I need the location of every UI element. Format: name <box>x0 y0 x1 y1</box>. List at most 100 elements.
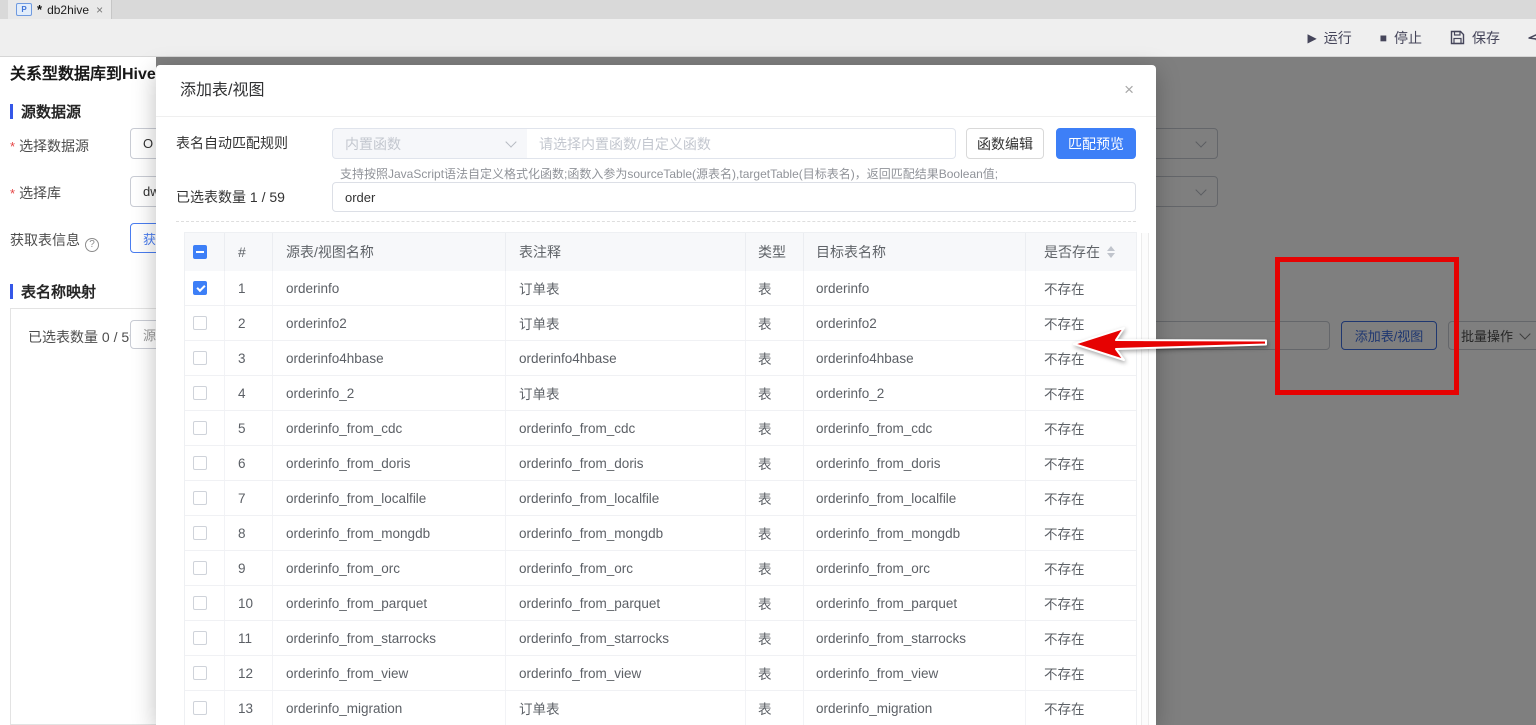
stop-icon: ■ <box>1380 31 1387 45</box>
table-cell: 8 <box>225 516 273 550</box>
publish-button[interactable] <box>1528 30 1536 46</box>
match-preview-button[interactable]: 匹配预览 <box>1056 128 1136 159</box>
annotation-rectangle <box>1275 257 1459 395</box>
table-row[interactable]: 11orderinfo_from_starrocksorderinfo_from… <box>185 621 1136 656</box>
tab-title: db2hive <box>47 3 89 17</box>
sort-icon[interactable] <box>1107 246 1115 258</box>
table-cell: orderinfo_from_parquet <box>506 586 746 620</box>
table-cell: 表 <box>746 516 804 550</box>
column-header-exists[interactable]: 是否存在 <box>1026 233 1136 271</box>
table-row[interactable]: 13orderinfo_migration订单表表orderinfo_migra… <box>185 691 1136 725</box>
floppy-icon <box>1450 30 1465 45</box>
table-cell: orderinfo_from_view <box>506 656 746 690</box>
row-checkbox[interactable] <box>193 596 207 610</box>
sort-descending-icon <box>1107 253 1115 258</box>
row-checkbox[interactable] <box>193 666 207 680</box>
table-row[interactable]: 3orderinfo4hbaseorderinfo4hbase表orderinf… <box>185 341 1136 376</box>
row-checkbox[interactable] <box>193 561 207 575</box>
row-checkbox[interactable] <box>193 386 207 400</box>
table-row[interactable]: 2orderinfo2订单表表orderinfo2不存在 <box>185 306 1136 341</box>
editor-tab-db2hive[interactable]: P * db2hive × <box>8 0 112 19</box>
table-cell: 表 <box>746 621 804 655</box>
table-cell: orderinfo_migration <box>273 691 506 725</box>
help-circle-icon[interactable]: ? <box>85 238 99 252</box>
function-edit-button[interactable]: 函数编辑 <box>966 128 1044 159</box>
table-row[interactable]: 1orderinfo订单表表orderinfo不存在 <box>185 271 1136 306</box>
table-cell: 13 <box>225 691 273 725</box>
table-cell: orderinfo_from_localfile <box>804 481 1026 515</box>
row-checkbox[interactable] <box>193 281 207 295</box>
table-row[interactable]: 8orderinfo_from_mongdborderinfo_from_mon… <box>185 516 1136 551</box>
table-search-input[interactable] <box>332 182 1136 212</box>
table-cell: orderinfo2 <box>273 306 506 340</box>
table-cell: orderinfo_migration <box>804 691 1026 725</box>
table-scrollbar[interactable] <box>1141 233 1149 725</box>
tables-list: # 源表/视图名称 表注释 类型 目标表名称 是否存在 1orderinfo订单… <box>184 232 1137 725</box>
stop-button[interactable]: ■ 停止 <box>1380 28 1422 48</box>
column-header-type: 类型 <box>746 233 804 271</box>
function-input[interactable] <box>527 128 956 159</box>
table-cell: orderinfo_from_orc <box>506 551 746 585</box>
annotation-arrow <box>1066 324 1272 364</box>
row-checkbox[interactable] <box>193 456 207 470</box>
datasource-label: *选择数据源 <box>10 136 89 156</box>
table-row[interactable]: 4orderinfo_2订单表表orderinfo_2不存在 <box>185 376 1136 411</box>
table-cell: orderinfo_from_localfile <box>273 481 506 515</box>
table-cell: 订单表 <box>506 306 746 340</box>
row-checkbox[interactable] <box>193 491 207 505</box>
table-cell: 表 <box>746 341 804 375</box>
table-cell: orderinfo_from_mongdb <box>804 516 1026 550</box>
table-cell: orderinfo_from_doris <box>273 446 506 480</box>
section-bar <box>10 104 13 119</box>
table-row[interactable]: 12orderinfo_from_vieworderinfo_from_view… <box>185 656 1136 691</box>
table-cell: orderinfo_from_orc <box>273 551 506 585</box>
job-file-icon: P <box>16 3 32 16</box>
table-cell: 不存在 <box>1026 376 1136 410</box>
builtin-function-select[interactable]: 内置函数 <box>332 128 528 159</box>
table-row[interactable]: 7orderinfo_from_localfileorderinfo_from_… <box>185 481 1136 516</box>
table-cell: orderinfo2 <box>804 306 1026 340</box>
row-checkbox[interactable] <box>193 421 207 435</box>
column-header-source-name: 源表/视图名称 <box>273 233 506 271</box>
column-header-index: # <box>225 233 273 271</box>
run-button[interactable]: ▶ 运行 <box>1308 28 1352 48</box>
table-cell: orderinfo_from_doris <box>804 446 1026 480</box>
row-checkbox[interactable] <box>193 526 207 540</box>
table-cell: 不存在 <box>1026 411 1136 445</box>
table-row[interactable]: 10orderinfo_from_parquetorderinfo_from_p… <box>185 586 1136 621</box>
send-icon <box>1528 30 1536 46</box>
table-cell: orderinfo_2 <box>804 376 1026 410</box>
required-asterisk: * <box>10 139 15 154</box>
add-table-view-modal: 添加表/视图 × 表名自动匹配规则 内置函数 函数编辑 匹配预览 支持按照Jav… <box>156 65 1156 725</box>
modal-header: 添加表/视图 × <box>156 65 1156 117</box>
row-checkbox[interactable] <box>193 316 207 330</box>
row-checkbox[interactable] <box>193 631 207 645</box>
row-checkbox[interactable] <box>193 701 207 715</box>
table-cell: 5 <box>225 411 273 445</box>
table-cell: 11 <box>225 621 273 655</box>
table-cell: 7 <box>225 481 273 515</box>
table-cell: 不存在 <box>1026 481 1136 515</box>
table-cell: orderinfo_from_orc <box>804 551 1026 585</box>
table-row[interactable]: 6orderinfo_from_dorisorderinfo_from_dori… <box>185 446 1136 481</box>
table-cell: 不存在 <box>1026 446 1136 480</box>
select-all-checkbox[interactable] <box>193 245 207 259</box>
table-cell: 9 <box>225 551 273 585</box>
save-button[interactable]: 保存 <box>1450 28 1500 48</box>
section-bar <box>10 284 13 299</box>
modal-close-icon[interactable]: × <box>1124 81 1134 98</box>
table-cell: 不存在 <box>1026 586 1136 620</box>
required-asterisk: * <box>10 186 15 201</box>
table-row[interactable]: 9orderinfo_from_orcorderinfo_from_orc表or… <box>185 551 1136 586</box>
table-cell: 表 <box>746 481 804 515</box>
table-cell: 不存在 <box>1026 656 1136 690</box>
selected-tables-label: 已选表数量 1 / 59 <box>176 182 285 213</box>
table-cell: 表 <box>746 656 804 690</box>
tab-close-icon[interactable]: × <box>96 3 103 17</box>
row-checkbox[interactable] <box>193 351 207 365</box>
table-cell: orderinfo_from_view <box>804 656 1026 690</box>
table-row[interactable]: 5orderinfo_from_cdcorderinfo_from_cdc表or… <box>185 411 1136 446</box>
table-cell: 10 <box>225 586 273 620</box>
table-cell: orderinfo4hbase <box>273 341 506 375</box>
selected-count-label: 已选表数量 0 / 59 <box>28 327 137 347</box>
